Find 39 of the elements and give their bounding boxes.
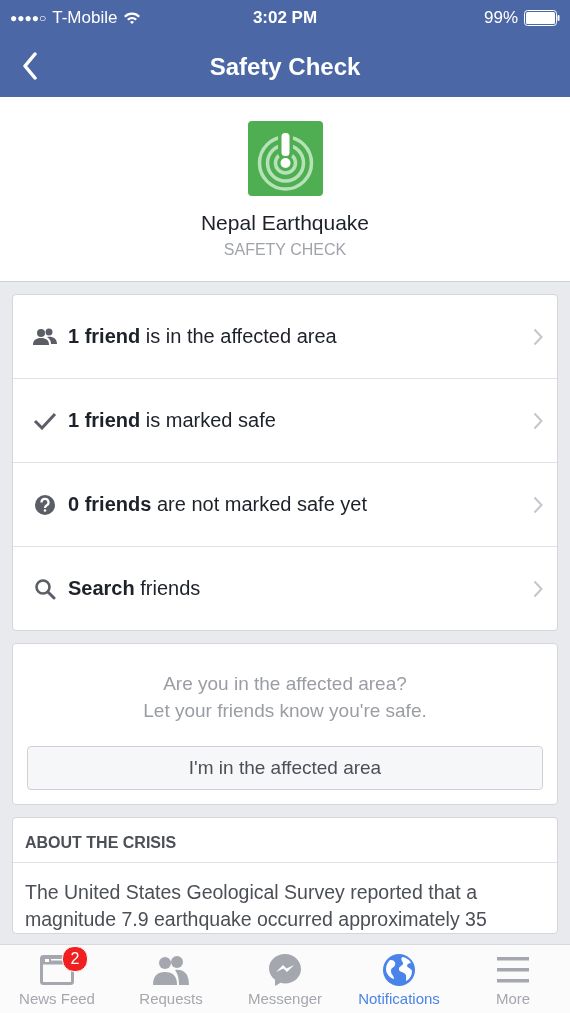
friends-list-item[interactable]: 0 friends are not marked safe yet — [13, 463, 557, 547]
prompt-text: Let your friends know you're safe. — [143, 699, 427, 723]
affected-area-button[interactable]: I'm in the affected area — [27, 746, 543, 790]
people-icon — [153, 955, 189, 985]
prompt-text: Are you in the affected area? — [163, 672, 407, 696]
row-label: 1 friend is marked safe — [68, 409, 277, 432]
status-time: 3:02 PM — [252, 8, 318, 28]
battery-percent: 99% — [483, 8, 518, 28]
messenger-icon — [268, 953, 302, 987]
section-heading: ABOUT THE CRISIS — [24, 833, 178, 853]
chevron-icon — [533, 327, 543, 346]
chevron-icon — [533, 495, 543, 514]
people-icon — [33, 326, 57, 347]
question-icon — [33, 493, 57, 516]
wifi-icon — [123, 11, 142, 25]
menu-icon — [497, 956, 529, 984]
safety-check-icon — [247, 121, 323, 196]
battery-icon — [524, 10, 560, 26]
back-button[interactable] — [22, 52, 38, 80]
chevron-icon — [533, 411, 543, 430]
signal-dots: ●●●●○ — [10, 11, 47, 25]
globe-icon — [382, 953, 416, 987]
row-label: 0 friends are not marked safe yet — [68, 493, 369, 516]
row-label: 1 friend is in the affected area — [68, 325, 338, 348]
event-subtitle: SAFETY CHECK — [223, 241, 347, 259]
row-label: Search friends — [68, 577, 202, 600]
tab[interactable]: Notifications — [342, 945, 456, 1013]
friends-list-item[interactable]: 1 friend is in the affected area — [13, 295, 557, 379]
about-text: The United States Geological Survey reported that a magnitude 7.9 earthquake occurred approximately 35 — [24, 880, 488, 932]
friends-list-item[interactable]: 1 friend is marked safe — [13, 379, 557, 463]
notification-badge: 2 — [62, 946, 88, 972]
checkmark-icon — [33, 411, 57, 430]
friends-list-item[interactable]: Search friends — [13, 547, 557, 630]
chevron-icon — [533, 579, 543, 598]
carrier-name: T-Mobile — [52, 8, 118, 28]
event-title: Nepal Earthquake — [200, 211, 370, 235]
tab[interactable]: 2 News Feed — [0, 945, 114, 1013]
page-title: Safety Check — [209, 52, 361, 81]
search-icon — [33, 577, 57, 600]
